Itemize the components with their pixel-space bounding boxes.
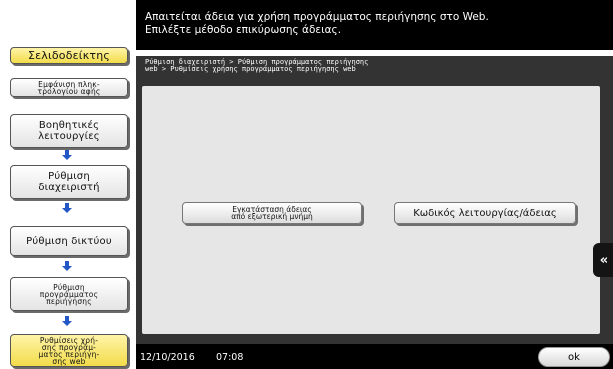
message-line: Επιλέξτε μέθοδο επικύρωσης άδειας. [145, 23, 342, 36]
ok-button-label: ok [568, 351, 580, 363]
content-area: Εγκατάσταση άδειας από εξωτερική μνήμη Κ… [142, 86, 600, 334]
sidebar-item-label: Εμφάνιση πληκ- τρολογίου αφής [37, 79, 101, 96]
sidebar-item-label: Ρύθμιση διαχειριστή [38, 171, 100, 193]
sidebar-item-label: Ρυθμίσεις χρή- σης προγράμ- ματος περιήγ… [38, 335, 100, 366]
sidebar-item-label: Ρύθμιση δικτύου [26, 235, 112, 247]
sidebar-item-label: Ρύθμιση προγράμματος περιήγησης [39, 282, 99, 306]
sidebar-item-utility[interactable]: Βοηθητικές λειτουργίες [10, 114, 128, 148]
function-license-code-button[interactable]: Κωδικός λειτουργίας/άδειας [394, 202, 576, 224]
sidebar-item-label: Βοηθητικές λειτουργίες [38, 120, 100, 142]
status-bar: 12/10/2016 07:08 ok [136, 344, 613, 369]
sidebar-item-browser-settings[interactable]: Ρύθμιση προγράμματος περιήγησης [10, 277, 128, 311]
arrow-down-icon [62, 203, 72, 213]
sidebar-item-web-browser-usage[interactable]: Ρυθμίσεις χρή- σης προγράμ- ματος περιήγ… [10, 334, 128, 367]
button-label: Εγκατάσταση άδειας από εξωτερική μνήμη [231, 205, 313, 221]
arrow-down-icon [62, 150, 72, 160]
install-license-external-memory-button[interactable]: Εγκατάσταση άδειας από εξωτερική μνήμη [182, 202, 362, 224]
breadcrumb: Ρύθμιση διαχειριστή > Ρύθμιση προγράμματ… [145, 59, 605, 73]
double-chevron-left-icon: « [599, 252, 609, 268]
bookmark-label: Σελιδοδείκτης [27, 49, 111, 62]
side-panel-tab[interactable]: « [593, 243, 613, 277]
status-time: 07:08 [216, 352, 244, 363]
sidebar-item-touch-keyboard[interactable]: Εμφάνιση πληκ- τρολογίου αφής [10, 78, 128, 97]
arrow-down-icon [62, 261, 72, 271]
sidebar: Σελιδοδείκτης Εμφάνιση πληκ- τρολογίου α… [0, 0, 136, 369]
ok-button[interactable]: ok [538, 347, 610, 367]
arrow-down-icon [62, 316, 72, 326]
message-area: Απαιτείται άδεια για χρήση προγράμματος … [136, 0, 613, 50]
sidebar-item-network-settings[interactable]: Ρύθμιση δικτύου [10, 226, 128, 256]
main-panel: Ρύθμιση διαχειριστή > Ρύθμιση προγράμματ… [136, 56, 613, 344]
bookmark-button[interactable]: Σελιδοδείκτης [10, 47, 128, 64]
message-line: Απαιτείται άδεια για χρήση προγράμματος … [145, 11, 489, 23]
sidebar-item-admin-settings[interactable]: Ρύθμιση διαχειριστή [10, 165, 128, 199]
status-date: 12/10/2016 [140, 352, 195, 363]
breadcrumb-line: web > Ρυθμίσεις χρήσης προγράμματος περι… [145, 65, 356, 73]
button-label: Κωδικός λειτουργίας/άδειας [413, 207, 557, 219]
